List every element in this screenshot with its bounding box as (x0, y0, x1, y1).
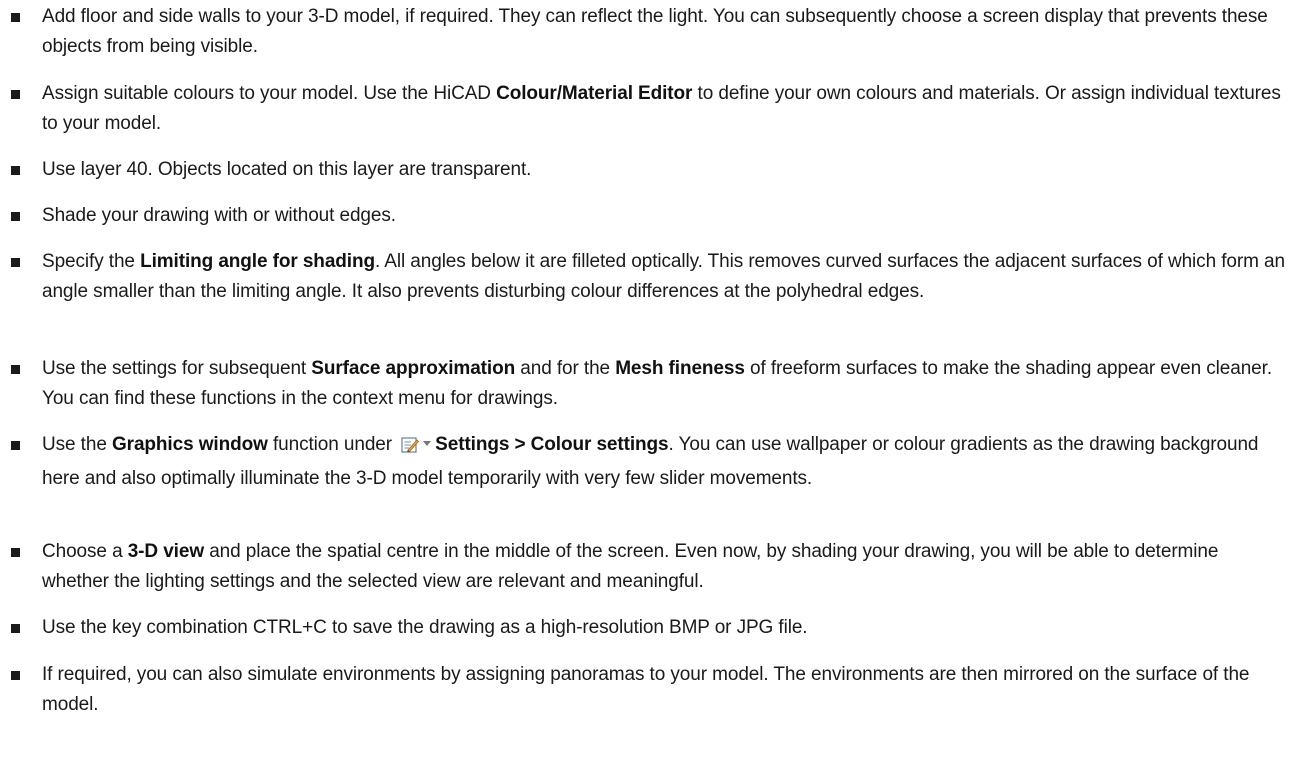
settings-pencil-icon (401, 434, 420, 464)
tip-text: and for the (515, 358, 616, 379)
list-item: Use the settings for subsequent Surface … (0, 354, 1293, 414)
tip-text: Use the (42, 434, 112, 455)
tip-text: function under (267, 434, 398, 455)
tip-text: and place the spatial centre in the midd… (42, 541, 1219, 592)
ui-term: Graphics window (111, 434, 268, 455)
tip-text: Assign suitable colours to your model. U… (42, 83, 497, 104)
tip-text: Shade your drawing with or without edges… (42, 205, 396, 226)
list-item: Add floor and side walls to your 3-D mod… (0, 2, 1293, 62)
ui-term: Mesh fineness (615, 358, 745, 379)
ui-term: Colour/Material Editor (496, 83, 693, 104)
tip-text: Specify the (42, 251, 141, 272)
list-item: Choose a 3-D view and place the spatial … (0, 537, 1293, 597)
tip-text: If required, you can also simulate envir… (42, 664, 1250, 715)
bullet-icon (11, 624, 20, 633)
list-item: Use the key combination CTRL+C to save t… (0, 613, 1293, 643)
list-item: If required, you can also simulate envir… (0, 660, 1293, 720)
bullet-icon (11, 13, 20, 22)
bullet-icon (11, 548, 20, 557)
tip-text: Use the key combination CTRL+C to save t… (42, 617, 808, 638)
ui-term: Settings > Colour settings (435, 434, 669, 455)
tip-text: Use layer 40. Objects located on this la… (42, 159, 532, 180)
ui-term: 3-D view (127, 541, 205, 562)
document-page: Add floor and side walls to your 3-D mod… (0, 0, 1293, 781)
list-item: Use the Graphics window function under S… (0, 430, 1293, 494)
bullet-icon (11, 258, 20, 267)
list-item: Assign suitable colours to your model. U… (0, 79, 1293, 139)
ui-term: Surface approximation (311, 358, 516, 379)
bullet-icon (11, 90, 20, 99)
ui-term: Limiting angle for shading (140, 251, 375, 272)
bullet-icon (11, 671, 20, 680)
dropdown-arrow-icon (423, 440, 432, 446)
bullet-icon (11, 166, 20, 175)
tip-text: Use the settings for subsequent (42, 358, 312, 379)
bullet-icon (11, 365, 20, 374)
list-item: Use layer 40. Objects located on this la… (0, 155, 1293, 185)
tip-text: Choose a (42, 541, 128, 562)
list-item: Specify the Limiting angle for shading. … (0, 247, 1293, 307)
list-item: Shade your drawing with or without edges… (0, 201, 1293, 231)
bullet-icon (11, 441, 20, 450)
tip-text: Add floor and side walls to your 3-D mod… (42, 6, 1268, 57)
bullet-icon (11, 212, 20, 221)
